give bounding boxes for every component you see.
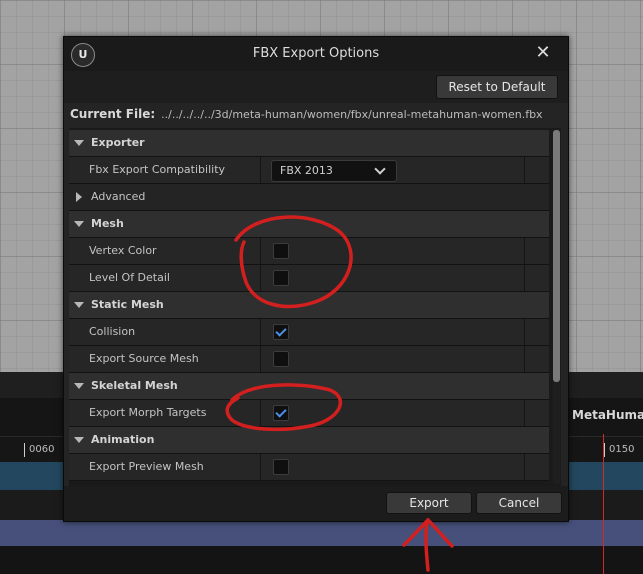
collision-checkbox[interactable] bbox=[273, 324, 289, 340]
playhead-line[interactable] bbox=[603, 434, 604, 574]
property-label: Vertex Color bbox=[89, 244, 157, 257]
section-skeletal-mesh[interactable]: Skeletal Mesh bbox=[69, 373, 549, 400]
collapse-arrow-icon[interactable] bbox=[76, 192, 82, 202]
fbx-export-dialog: U FBX Export Options ✕ Reset to Default … bbox=[63, 36, 569, 522]
property-export-preview-mesh: Export Preview Mesh bbox=[69, 454, 549, 481]
expand-arrow-icon[interactable] bbox=[74, 437, 84, 443]
current-file-label: Current File: bbox=[70, 107, 156, 121]
section-label: Animation bbox=[91, 433, 155, 446]
column-divider bbox=[524, 157, 525, 183]
column-divider bbox=[260, 238, 261, 264]
column-divider bbox=[260, 157, 261, 183]
dialog-toolbar: Reset to Default bbox=[64, 71, 568, 103]
expand-arrow-icon[interactable] bbox=[74, 302, 84, 308]
section-animation[interactable]: Animation bbox=[69, 427, 549, 454]
export-button[interactable]: Export bbox=[386, 492, 472, 514]
current-file-line: Current File: ../../../../../3d/meta-huma… bbox=[70, 107, 543, 121]
sequencer-track-label[interactable]: MetaHuman bbox=[572, 408, 643, 422]
level-of-detail-checkbox[interactable] bbox=[273, 270, 289, 286]
column-divider bbox=[524, 238, 525, 264]
details-panel: Exporter Fbx Export Compatibility FBX 20… bbox=[69, 128, 561, 486]
property-label: Export Morph Targets bbox=[89, 406, 207, 419]
fbx-compatibility-dropdown[interactable]: FBX 2013 bbox=[271, 160, 397, 182]
section-label: Static Mesh bbox=[91, 298, 164, 311]
column-divider bbox=[260, 265, 261, 291]
column-divider bbox=[524, 454, 525, 480]
column-divider bbox=[260, 319, 261, 345]
details-scrollbar[interactable] bbox=[553, 130, 560, 484]
dropdown-value: FBX 2013 bbox=[280, 164, 333, 177]
column-divider bbox=[524, 319, 525, 345]
sequencer-track[interactable] bbox=[0, 520, 643, 546]
section-advanced[interactable]: Advanced bbox=[69, 184, 549, 211]
property-label: Export Preview Mesh bbox=[89, 460, 204, 473]
vertex-color-checkbox[interactable] bbox=[273, 243, 289, 259]
column-divider bbox=[524, 400, 525, 426]
reset-to-default-button[interactable]: Reset to Default bbox=[436, 75, 558, 99]
section-label: Skeletal Mesh bbox=[91, 379, 178, 392]
property-vertex-color: Vertex Color bbox=[69, 238, 549, 265]
column-divider bbox=[260, 454, 261, 480]
property-collision: Collision bbox=[69, 319, 549, 346]
section-label: Mesh bbox=[91, 217, 124, 230]
expand-arrow-icon[interactable] bbox=[74, 140, 84, 146]
chevron-down-icon bbox=[374, 163, 386, 175]
cancel-button[interactable]: Cancel bbox=[476, 492, 562, 514]
export-source-mesh-checkbox[interactable] bbox=[273, 351, 289, 367]
sequencer-track[interactable] bbox=[0, 546, 643, 574]
dialog-title: FBX Export Options bbox=[252, 46, 380, 61]
column-divider bbox=[524, 346, 525, 372]
timeline-tick-label: 0060 bbox=[24, 443, 54, 457]
dialog-footer: Export Cancel bbox=[64, 486, 568, 521]
property-level-of-detail: Level Of Detail bbox=[69, 265, 549, 292]
column-divider bbox=[260, 400, 261, 426]
current-file-path: ../../../../../3d/meta-human/women/fbx/u… bbox=[161, 108, 543, 121]
checkmark-icon bbox=[275, 406, 287, 418]
property-export-morph-targets: Export Morph Targets bbox=[69, 400, 549, 427]
section-mesh[interactable]: Mesh bbox=[69, 211, 549, 238]
scrollbar-thumb[interactable] bbox=[553, 130, 560, 382]
section-label: Advanced bbox=[91, 190, 146, 203]
close-icon[interactable]: ✕ bbox=[532, 42, 554, 64]
expand-arrow-icon[interactable] bbox=[74, 383, 84, 389]
section-label: Exporter bbox=[91, 136, 145, 149]
expand-arrow-icon[interactable] bbox=[74, 221, 84, 227]
export-preview-mesh-checkbox[interactable] bbox=[273, 459, 289, 475]
dialog-titlebar[interactable]: U FBX Export Options ✕ bbox=[64, 37, 568, 71]
export-morph-targets-checkbox[interactable] bbox=[273, 405, 289, 421]
property-label: Fbx Export Compatibility bbox=[89, 163, 226, 176]
property-label: Export Source Mesh bbox=[89, 352, 199, 365]
property-fbx-export-compatibility: Fbx Export Compatibility FBX 2013 bbox=[69, 157, 549, 184]
column-divider bbox=[524, 265, 525, 291]
section-static-mesh[interactable]: Static Mesh bbox=[69, 292, 549, 319]
property-label: Collision bbox=[89, 325, 136, 338]
property-label: Level Of Detail bbox=[89, 271, 170, 284]
property-export-source-mesh: Export Source Mesh bbox=[69, 346, 549, 373]
column-divider bbox=[260, 346, 261, 372]
checkmark-icon bbox=[275, 325, 287, 337]
section-exporter[interactable]: Exporter bbox=[69, 130, 549, 157]
timeline-tick-label: 0150 bbox=[604, 443, 634, 457]
